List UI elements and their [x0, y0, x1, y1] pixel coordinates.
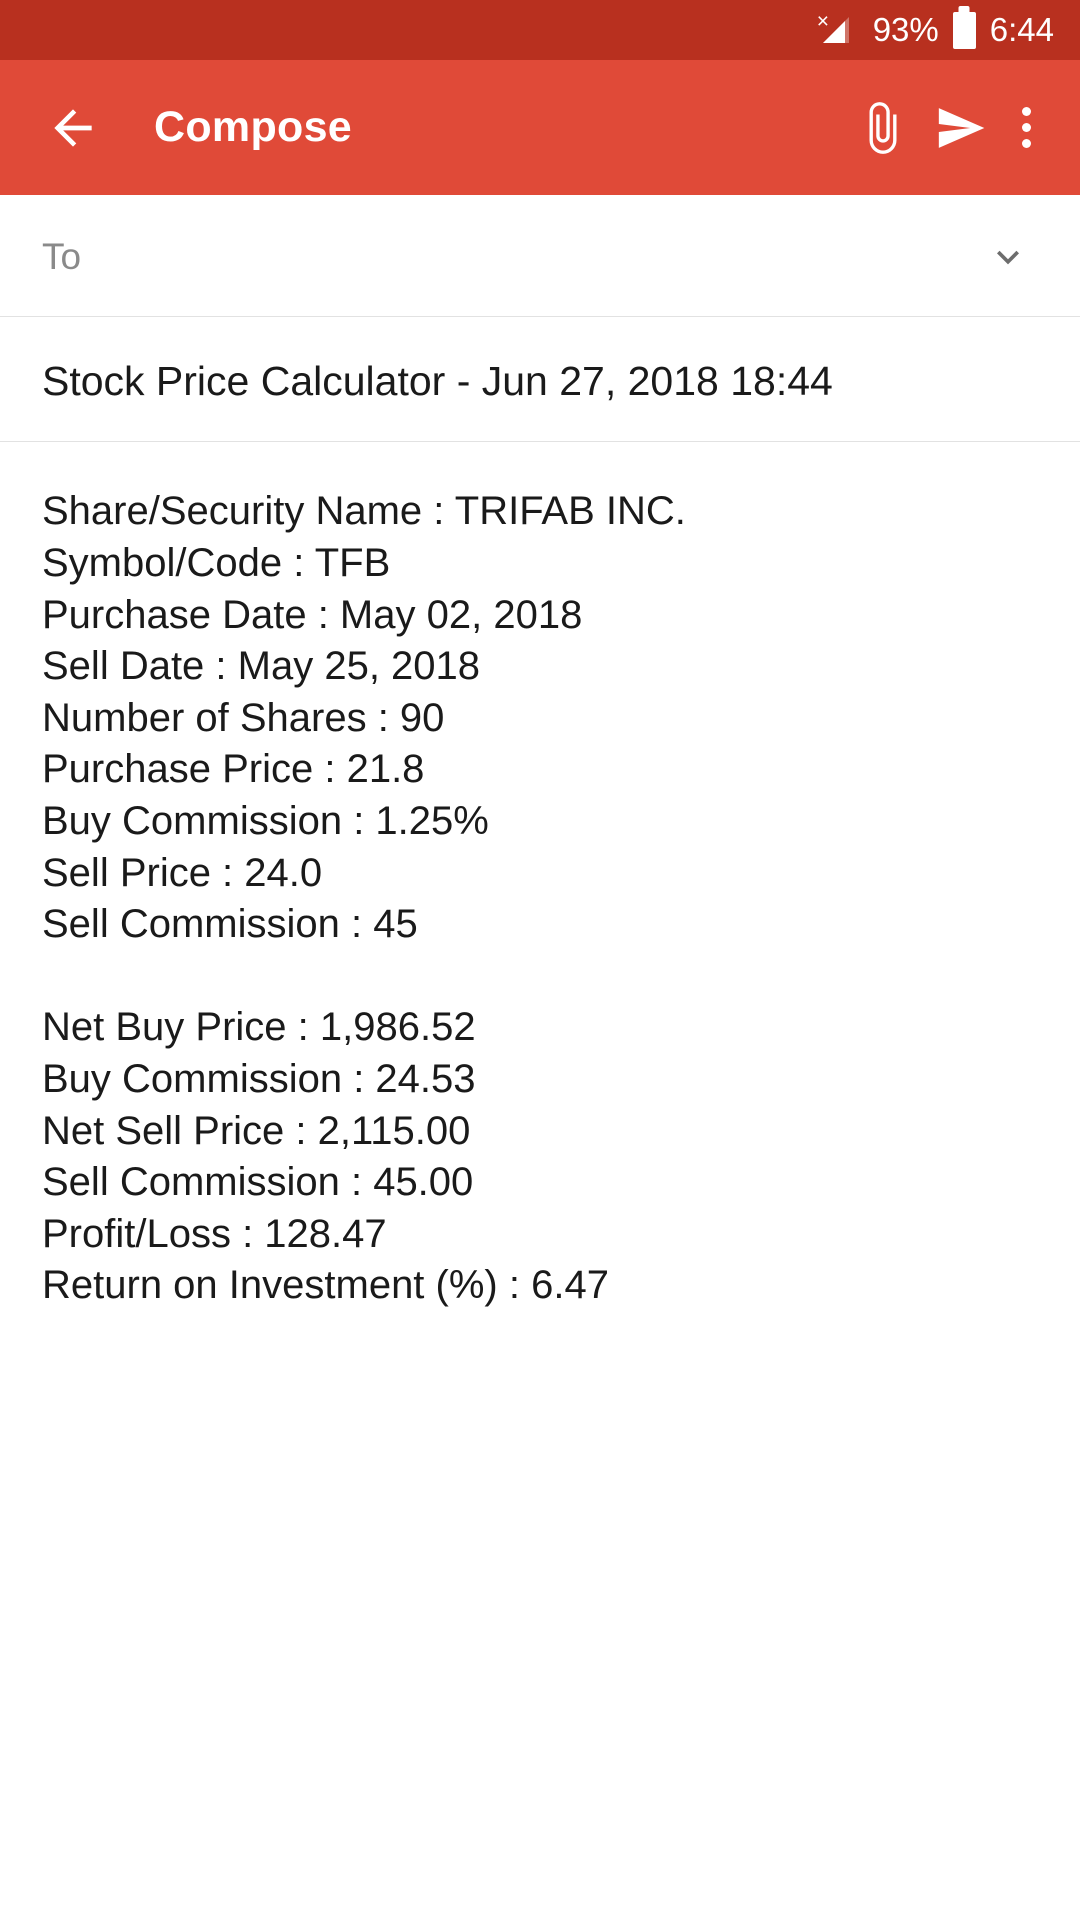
- recipient-row[interactable]: To: [0, 197, 1080, 317]
- more-vertical-icon: [1021, 107, 1031, 116]
- send-button[interactable]: [922, 89, 1000, 167]
- subject-input[interactable]: Stock Price Calculator - Jun 27, 2018 18…: [42, 355, 1038, 407]
- attach-button[interactable]: [844, 89, 922, 167]
- back-button[interactable]: [40, 95, 106, 161]
- expand-recipients-button[interactable]: [978, 227, 1038, 287]
- paperclip-icon: [869, 101, 897, 154]
- signal-no-sim-icon: ×: [817, 10, 859, 50]
- compose-form: To Stock Price Calculator - Jun 27, 2018…: [0, 197, 1080, 1312]
- status-bar-right: × 93% 6:44: [817, 10, 1054, 50]
- more-vertical-icon: [1021, 139, 1031, 148]
- body-input[interactable]: Share/Security Name : TRIFAB INC. Symbol…: [42, 486, 1038, 1312]
- body-row[interactable]: Share/Security Name : TRIFAB INC. Symbol…: [0, 442, 1080, 1312]
- status-clock: 6:44: [989, 11, 1054, 48]
- battery-full-icon: [952, 11, 976, 49]
- page-title: Compose: [154, 103, 353, 151]
- more-vertical-icon: [1021, 123, 1031, 132]
- to-field-label: To: [42, 235, 82, 277]
- battery-percent-label: 93%: [872, 11, 939, 48]
- chevron-down-icon: [997, 250, 1019, 264]
- arrow-back-icon: [54, 108, 92, 147]
- status-bar: × 93% 6:44: [0, 0, 1080, 60]
- overflow-menu-button[interactable]: [1000, 89, 1052, 167]
- subject-row[interactable]: Stock Price Calculator - Jun 27, 2018 18…: [0, 317, 1080, 443]
- app-bar: Compose: [0, 60, 1080, 195]
- send-icon: [938, 107, 985, 148]
